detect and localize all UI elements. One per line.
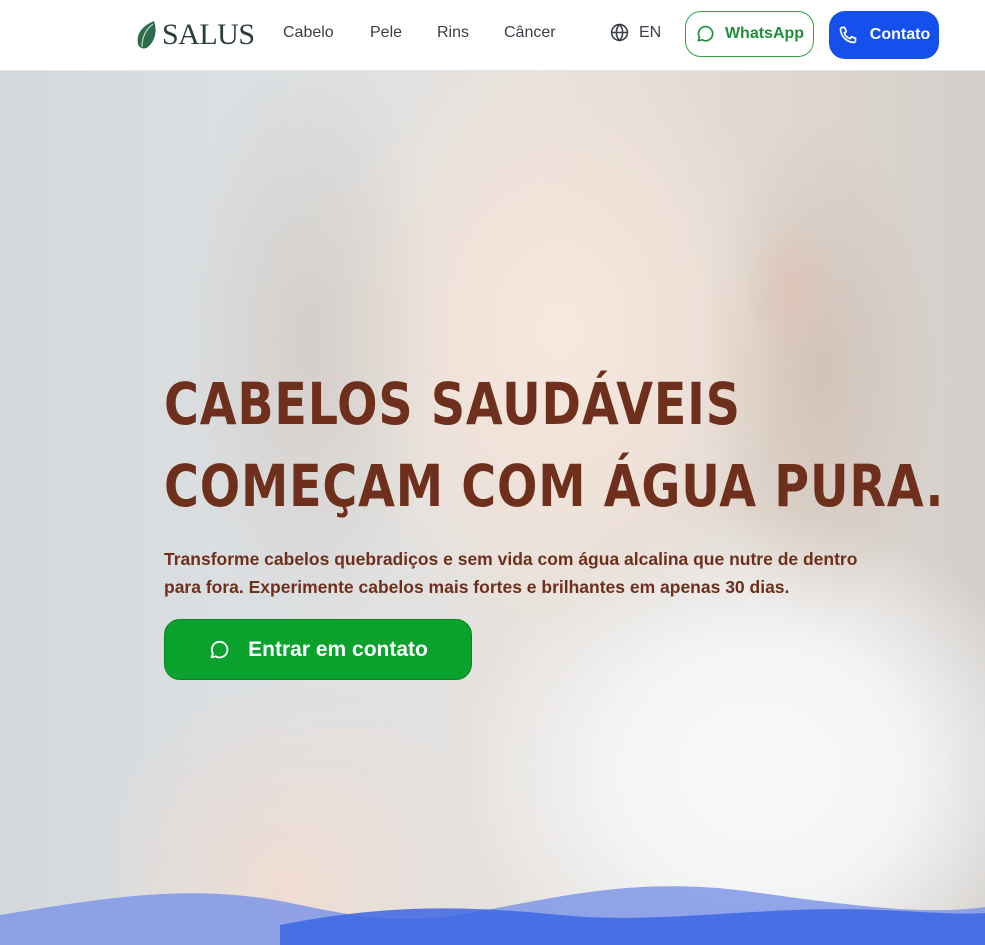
- language-label: EN: [639, 23, 662, 41]
- globe-icon: [610, 23, 629, 42]
- phone-icon: [839, 26, 857, 44]
- hero-headline-line2: COMEÇAM COM ÁGUA PURA.: [164, 452, 945, 520]
- cta-label: Entrar em contato: [248, 637, 428, 661]
- whatsapp-label: WhatsApp: [724, 25, 805, 42]
- hero-headline-line1: CABELOS SAUDÁVEIS: [164, 370, 741, 438]
- wave-divider: [0, 886, 985, 945]
- site-header: SALUS Cabelo Pele Rins Câncer EN WhatsAp…: [0, 0, 985, 71]
- hero-section: CABELOS SAUDÁVEIS COMEÇAM COM ÁGUA PURA.…: [0, 71, 985, 945]
- language-switcher[interactable]: EN: [610, 23, 661, 42]
- hero-headline: CABELOS SAUDÁVEIS COMEÇAM COM ÁGUA PURA.: [164, 363, 944, 527]
- contact-button[interactable]: Contato: [829, 11, 939, 59]
- whatsapp-button[interactable]: WhatsApp: [685, 11, 814, 57]
- brand-name: SALUS: [162, 18, 255, 51]
- nav-cancer[interactable]: Câncer: [504, 24, 556, 42]
- contact-cta-button[interactable]: Entrar em contato: [164, 619, 472, 680]
- nav-cabelo[interactable]: Cabelo: [283, 24, 334, 42]
- hero-subtitle: Transforme cabelos quebradiços e sem vid…: [164, 549, 858, 597]
- nav-rins[interactable]: Rins: [437, 24, 469, 42]
- brand-logo[interactable]: SALUS: [136, 18, 255, 52]
- nav-pele[interactable]: Pele: [370, 24, 402, 42]
- leaf-icon: [137, 21, 156, 49]
- whatsapp-icon: [210, 640, 229, 658]
- whatsapp-icon: [697, 25, 714, 42]
- contact-label: Contato: [869, 26, 931, 43]
